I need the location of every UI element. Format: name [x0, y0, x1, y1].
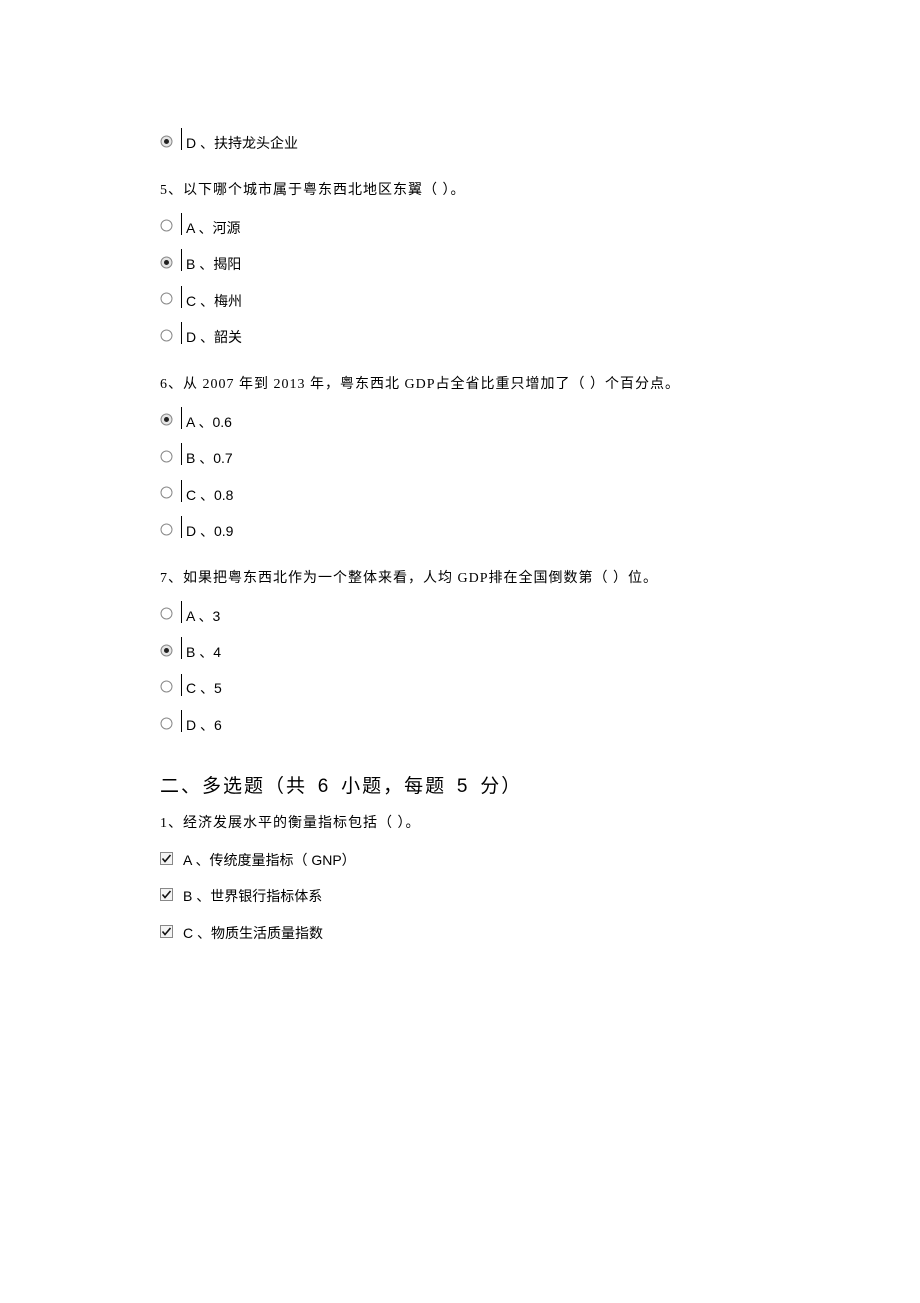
section-prefix: 二、多选题（共: [160, 776, 307, 797]
radio-unselected-icon: [160, 486, 173, 499]
question-6: 6、从 2007 年到 2013 年，粤东西北 GDP占全省比重只增加了（ ）个…: [160, 374, 760, 540]
option-label: D 、扶持龙头企业: [186, 132, 298, 154]
mc-question-1: 1、经济发展水平的衡量指标包括（ ）。 A 、传统度量指标（ GNP） B 、世…: [160, 813, 760, 943]
option-label: B 、4: [186, 641, 221, 663]
option-row[interactable]: D 、0.9: [160, 518, 760, 540]
option-label: A 、传统度量指标（ GNP）: [183, 849, 356, 871]
checkbox-checked-icon: [160, 888, 173, 901]
option-label: C 、5: [186, 677, 222, 699]
question-5: 5、以下哪个城市属于粤东西北地区东翼（ ）。 A 、河源 B 、揭阳 C 、梅州…: [160, 180, 760, 346]
divider-icon: [181, 601, 182, 623]
option-label: A 、0.6: [186, 411, 232, 433]
divider-icon: [181, 443, 182, 465]
option-row[interactable]: D 、韶关: [160, 324, 760, 346]
option-label: C 、0.8: [186, 484, 233, 506]
radio-unselected-icon: [160, 450, 173, 463]
option-label: D 、韶关: [186, 326, 242, 348]
radio-unselected-icon: [160, 523, 173, 536]
option-row[interactable]: C 、5: [160, 675, 760, 697]
question-stem: 6、从 2007 年到 2013 年，粤东西北 GDP占全省比重只增加了（ ）个…: [160, 374, 760, 396]
option-row[interactable]: B 、揭阳: [160, 251, 760, 273]
radio-selected-icon: [160, 413, 173, 426]
option-row[interactable]: A 、河源: [160, 215, 760, 237]
option-row[interactable]: A 、传统度量指标（ GNP）: [160, 847, 760, 869]
radio-selected-icon: [160, 644, 173, 657]
radio-unselected-icon: [160, 219, 173, 232]
option-row[interactable]: B 、世界银行指标体系: [160, 883, 760, 905]
divider-icon: [181, 249, 182, 271]
divider-icon: [181, 637, 182, 659]
checkbox-checked-icon: [160, 925, 173, 938]
radio-selected-icon: [160, 256, 173, 269]
divider-icon: [181, 286, 182, 308]
section-suffix: 分）: [480, 776, 522, 797]
divider-icon: [181, 480, 182, 502]
section-2-header: 二、多选题（共 6 小题，每题 5 分）: [160, 772, 760, 802]
section-points: 5: [457, 776, 470, 797]
radio-unselected-icon: [160, 607, 173, 620]
option-label: B 、揭阳: [186, 253, 241, 275]
divider-icon: [181, 213, 182, 235]
radio-unselected-icon: [160, 680, 173, 693]
divider-icon: [181, 407, 182, 429]
checkbox-checked-icon: [160, 852, 173, 865]
option-label: B 、0.7: [186, 447, 233, 469]
option-row[interactable]: D 、6: [160, 712, 760, 734]
divider-icon: [181, 674, 182, 696]
option-label: A 、3: [186, 605, 220, 627]
option-row[interactable]: C 、0.8: [160, 482, 760, 504]
option-row[interactable]: C 、物质生活质量指数: [160, 920, 760, 942]
option-row[interactable]: C 、梅州: [160, 288, 760, 310]
divider-icon: [181, 710, 182, 732]
option-row[interactable]: B 、4: [160, 639, 760, 661]
option-label: C 、梅州: [186, 290, 242, 312]
radio-unselected-icon: [160, 717, 173, 730]
option-label: D 、0.9: [186, 520, 233, 542]
option-row[interactable]: A 、0.6: [160, 409, 760, 431]
divider-icon: [181, 128, 182, 150]
question-4-partial: D 、扶持龙头企业: [160, 130, 760, 152]
divider-icon: [181, 322, 182, 344]
option-row[interactable]: B 、0.7: [160, 445, 760, 467]
question-7: 7、如果把粤东西北作为一个整体来看，人均 GDP排在全国倒数第（ ）位。 A 、…: [160, 568, 760, 734]
option-label: D 、6: [186, 714, 222, 736]
question-stem: 7、如果把粤东西北作为一个整体来看，人均 GDP排在全国倒数第（ ）位。: [160, 568, 760, 590]
option-label: C 、物质生活质量指数: [183, 922, 323, 944]
question-stem: 5、以下哪个城市属于粤东西北地区东翼（ ）。: [160, 180, 760, 202]
option-label: A 、河源: [186, 217, 240, 239]
radio-unselected-icon: [160, 329, 173, 342]
section-mid: 小题，每题: [341, 776, 446, 797]
divider-icon: [181, 516, 182, 538]
question-stem: 1、经济发展水平的衡量指标包括（ ）。: [160, 813, 760, 835]
option-row[interactable]: A 、3: [160, 603, 760, 625]
option-row[interactable]: D 、扶持龙头企业: [160, 130, 760, 152]
section-count: 6: [318, 776, 331, 797]
radio-selected-icon: [160, 135, 173, 148]
radio-unselected-icon: [160, 292, 173, 305]
option-label: B 、世界银行指标体系: [183, 885, 322, 907]
